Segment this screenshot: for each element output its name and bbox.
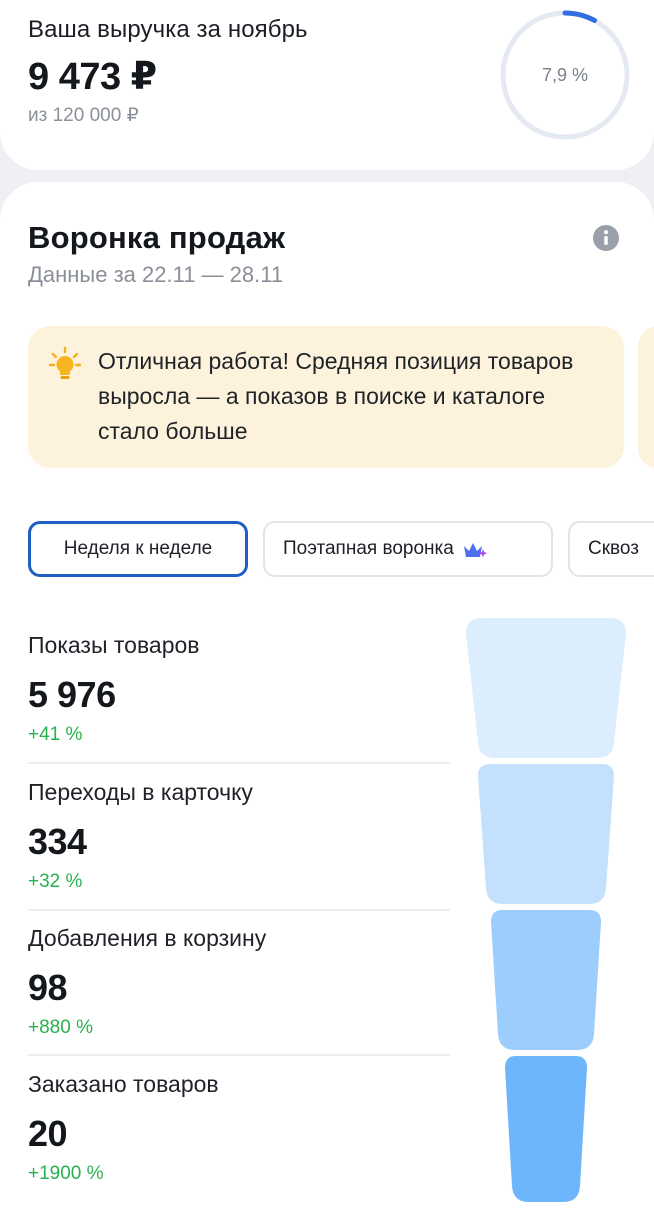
divider	[28, 1054, 450, 1056]
metric-delta: +880 %	[28, 1017, 93, 1038]
funnel-segment-add-to-cart	[491, 910, 601, 1050]
metric-value: 5 976	[28, 674, 116, 715]
revenue-target: из 120 000 ₽	[28, 105, 139, 126]
metric-delta: +41 %	[28, 724, 83, 745]
metric-label: Показы товаров	[28, 632, 200, 658]
funnel-title: Воронка продаж	[28, 220, 286, 255]
funnel-segment-impressions	[466, 618, 626, 758]
metric-value: 98	[28, 967, 68, 1008]
metric-card-visits[interactable]: Переходы в карточку 334 +32 %	[28, 779, 450, 893]
sales-funnel-card: Воронка продаж Данные за 22.11 — 28.11 О…	[0, 182, 654, 1222]
funnel-graphic	[466, 618, 626, 1202]
metric-label: Переходы в карточку	[28, 779, 253, 805]
metric-orders[interactable]: Заказано товаров 20 +1900 %	[28, 1071, 450, 1185]
tab-end-to-end[interactable]: Сквоз	[568, 521, 654, 577]
metric-value: 20	[28, 1113, 68, 1154]
revenue-title: Ваша выручка за ноябрь	[28, 16, 308, 43]
metric-delta: +32 %	[28, 871, 83, 892]
funnel-view-tabs: Неделя к неделе Поэтапная воронка Сквоз	[28, 521, 654, 577]
funnel-segment-orders	[505, 1056, 587, 1202]
revenue-amount: 9 473 ₽	[28, 56, 157, 98]
tab-week-to-week[interactable]: Неделя к неделе	[28, 521, 248, 577]
metric-value: 334	[28, 821, 87, 862]
bulb-icon	[48, 346, 82, 379]
divider	[28, 909, 450, 911]
metric-delta: +1900 %	[28, 1163, 104, 1184]
tab-label: Неделя к неделе	[63, 538, 213, 559]
metric-impressions[interactable]: Показы товаров 5 976 +41 %	[28, 632, 450, 746]
info-icon[interactable]	[592, 224, 620, 252]
next-tip-card[interactable]	[638, 326, 654, 468]
funnel-segment-card-visits	[478, 764, 614, 904]
metric-add-to-cart[interactable]: Добавления в корзину 98 +880 %	[28, 925, 450, 1039]
tab-label: Сквоз	[588, 538, 639, 559]
funnel-period: Данные за 22.11 — 28.11	[28, 262, 284, 287]
metric-label: Добавления в корзину	[28, 925, 267, 951]
progress-label: 7,9 %	[541, 64, 589, 85]
tab-step-funnel[interactable]: Поэтапная воронка	[263, 521, 553, 577]
tip-card[interactable]: Отличная работа! Средняя позиция товаров…	[28, 326, 624, 468]
divider	[28, 762, 450, 764]
sparkle-icon	[463, 543, 488, 558]
revenue-card[interactable]: Ваша выручка за ноябрь 9 473 ₽ из 120 00…	[0, 0, 654, 170]
tip-text: Отличная работа! Средняя позиция товаров…	[98, 348, 574, 444]
metric-label: Заказано товаров	[28, 1071, 219, 1097]
tab-label: Поэтапная воронка	[283, 538, 454, 559]
